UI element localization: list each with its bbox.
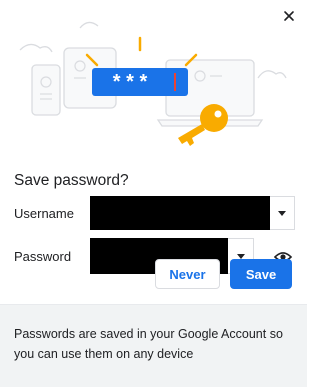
dialog-title: Save password? [14,172,129,189]
password-illustration: * * * [19,21,287,146]
username-field[interactable] [90,196,270,230]
phone-icon [31,64,61,116]
save-button[interactable]: Save [230,259,292,289]
chevron-down-icon [236,253,245,259]
svg-text:* * *: * * * [113,71,148,93]
username-label: Username [14,206,74,221]
cloud-icon [257,70,287,79]
username-dropdown[interactable] [270,196,295,230]
cloud-icon [79,21,99,29]
footer-text: Passwords are saved in your Google Accou… [14,327,283,361]
dialog-footer: Passwords are saved in your Google Accou… [0,304,307,387]
never-button[interactable]: Never [155,259,220,289]
cloud-icon [19,43,53,53]
password-label: Password [14,249,72,264]
chevron-down-icon [278,210,286,216]
